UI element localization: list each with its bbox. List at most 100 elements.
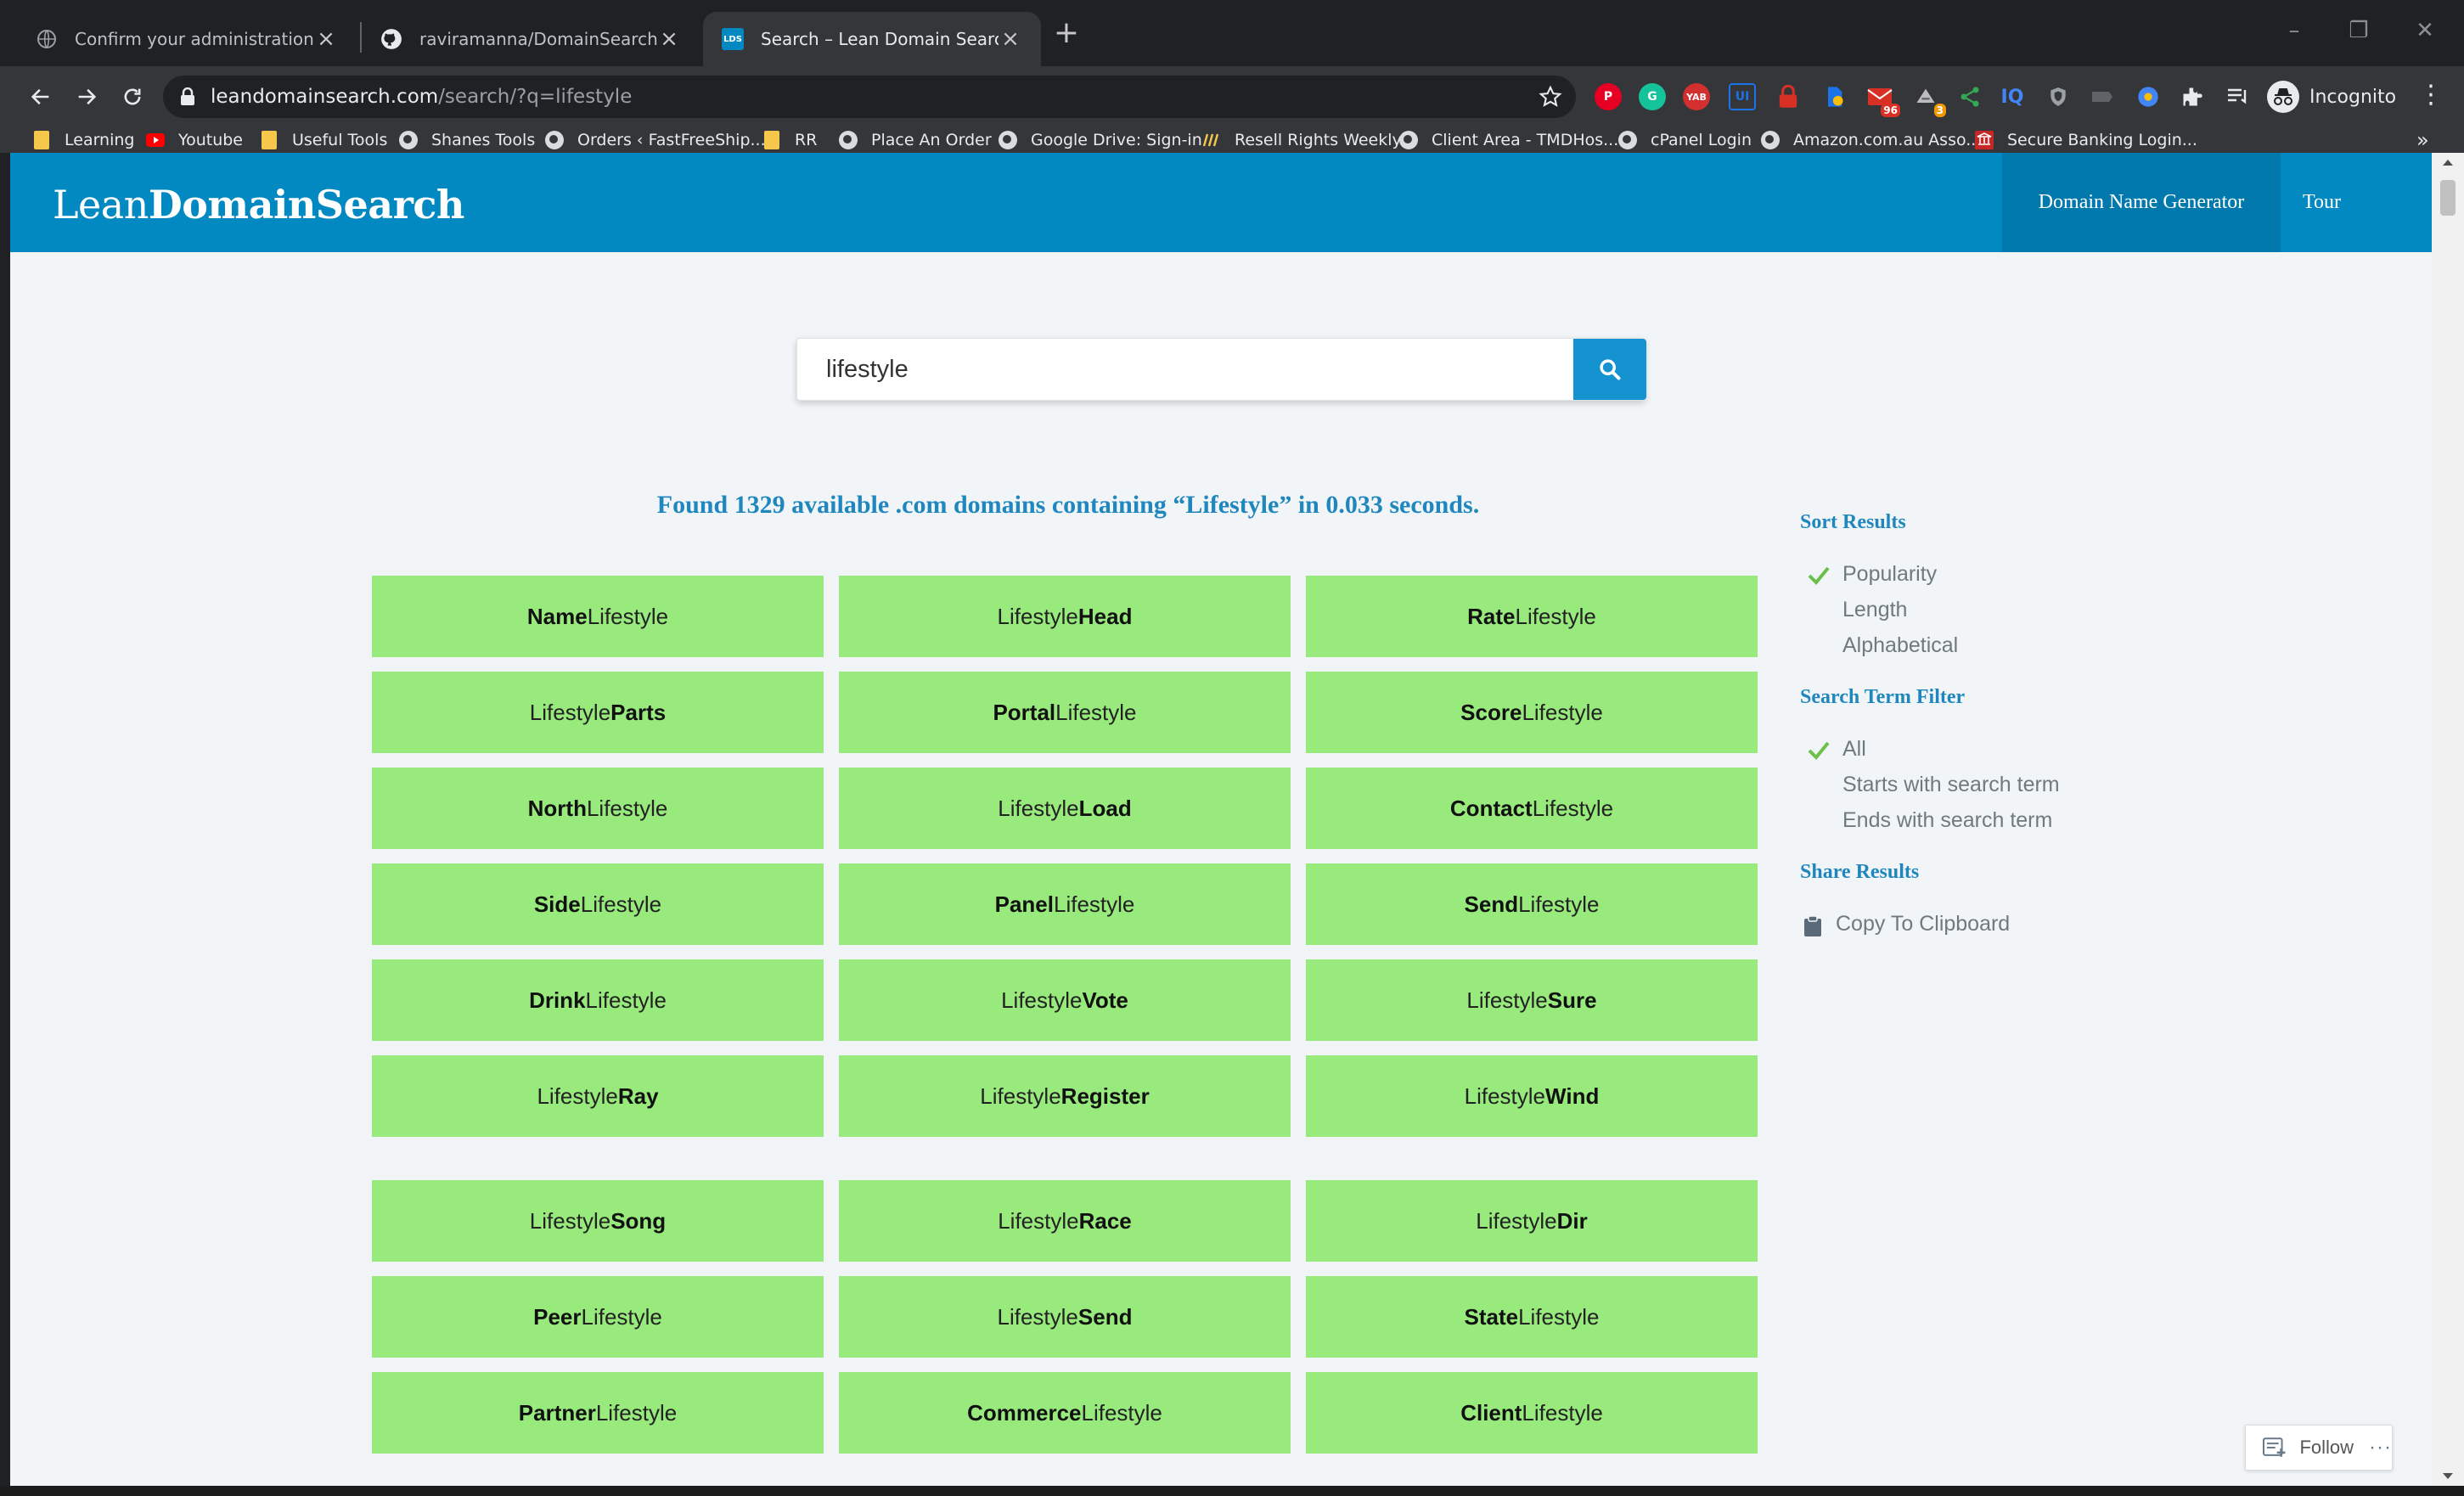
filter-option-starts-with[interactable]: Starts with search term bbox=[1842, 773, 2060, 797]
domain-bold-part: Drink bbox=[529, 987, 586, 1013]
site-logo[interactable]: LeanDomainSearch bbox=[53, 182, 464, 228]
sort-option-alphabetical[interactable]: Alphabetical bbox=[1842, 633, 1958, 658]
copy-to-clipboard-button[interactable]: Copy To Clipboard bbox=[1836, 912, 2010, 936]
bookmarks-bar: Learning Youtube Useful Tools Shanes Too… bbox=[0, 127, 2464, 153]
bookmark-rr[interactable]: RR bbox=[762, 127, 817, 153]
bookmark-cpanel[interactable]: cPanel Login bbox=[1618, 127, 1752, 153]
sale-extension-icon[interactable] bbox=[2089, 83, 2116, 110]
forward-button[interactable] bbox=[70, 80, 104, 114]
tab-close-icon[interactable]: × bbox=[999, 26, 1022, 52]
domain-result-card[interactable]: Side Lifestyle bbox=[372, 863, 824, 945]
more-options-icon[interactable]: ··· bbox=[2369, 1436, 2392, 1459]
domain-result-card[interactable]: Lifestyle Send bbox=[839, 1276, 1291, 1358]
filter-option-ends-with[interactable]: Ends with search term bbox=[1842, 808, 2052, 833]
domain-term-part: Lifestyle bbox=[1053, 891, 1135, 917]
bookmark-star-icon[interactable] bbox=[1539, 85, 1562, 112]
extensions-puzzle-icon[interactable] bbox=[2179, 83, 2206, 110]
domain-result-card[interactable]: Name Lifestyle bbox=[372, 576, 824, 657]
tab-domainsearcher[interactable]: raviramanna/DomainSearcher × bbox=[362, 12, 700, 66]
iq-extension-icon[interactable]: IQ bbox=[1999, 83, 2026, 110]
domain-term-part: Lifestyle bbox=[980, 1083, 1061, 1109]
filter-option-all[interactable]: All bbox=[1842, 737, 1866, 762]
bookmark-secure-banking[interactable]: Secure Banking Login... bbox=[1975, 127, 2197, 153]
domain-result-card[interactable]: Rate Lifestyle bbox=[1306, 576, 1758, 657]
domain-result-card[interactable]: Lifestyle Load bbox=[839, 768, 1291, 849]
domain-result-card[interactable]: Lifestyle Head bbox=[839, 576, 1291, 657]
lock-extension-icon[interactable] bbox=[1775, 83, 1802, 110]
helper-extension-icon[interactable]: 3 bbox=[1912, 83, 1946, 117]
tab-confirm-email[interactable]: Confirm your administration email · × bbox=[17, 12, 357, 66]
scrollbar-thumb[interactable] bbox=[2440, 180, 2456, 216]
bookmarks-overflow-button[interactable]: » bbox=[2416, 127, 2429, 153]
share-results-heading: Share Results bbox=[1800, 861, 1920, 883]
profile-incognito-button[interactable]: Incognito bbox=[2267, 78, 2396, 115]
bookmark-google-drive[interactable]: Google Drive: Sign-in bbox=[999, 127, 1202, 153]
globe-icon bbox=[36, 28, 58, 50]
domain-result-card[interactable]: Lifestyle Dir bbox=[1306, 1180, 1758, 1262]
address-bar[interactable]: leandomainsearch.com/search/?q=lifestyle bbox=[163, 76, 1576, 118]
bookmark-useful-tools[interactable]: Useful Tools bbox=[260, 127, 387, 153]
grammarly-extension-icon[interactable]: G bbox=[1639, 83, 1666, 110]
nav-domain-name-generator[interactable]: Domain Name Generator bbox=[2002, 153, 2281, 252]
tab-close-icon[interactable]: × bbox=[314, 26, 338, 52]
domain-result-card[interactable]: Partner Lifestyle bbox=[372, 1372, 824, 1454]
domain-result-card[interactable]: Lifestyle Wind bbox=[1306, 1055, 1758, 1137]
bookmark-youtube[interactable]: Youtube bbox=[146, 127, 243, 153]
tab-lean-domain-search[interactable]: LDS Search – Lean Domain Search × bbox=[703, 12, 1041, 66]
bookmark-shanes-tools[interactable]: Shanes Tools bbox=[399, 127, 535, 153]
sort-option-length[interactable]: Length bbox=[1842, 598, 1907, 622]
domain-result-card[interactable]: Score Lifestyle bbox=[1306, 672, 1758, 753]
chrome-extension-icon[interactable] bbox=[2135, 83, 2162, 110]
domain-result-card[interactable]: Lifestyle Song bbox=[372, 1180, 824, 1262]
domain-result-card[interactable]: Lifestyle Race bbox=[839, 1180, 1291, 1262]
domain-result-card[interactable]: Panel Lifestyle bbox=[839, 863, 1291, 945]
domain-result-card[interactable]: Lifestyle Vote bbox=[839, 959, 1291, 1041]
bookmark-amazon[interactable]: Amazon.com.au Asso... bbox=[1761, 127, 1981, 153]
domain-result-card[interactable]: North Lifestyle bbox=[372, 768, 824, 849]
shield-extension-icon[interactable] bbox=[1820, 83, 1848, 110]
tab-close-icon[interactable]: × bbox=[657, 26, 681, 52]
bookmark-orders[interactable]: Orders ‹ FastFreeShip... bbox=[545, 127, 766, 153]
scroll-down-icon[interactable] bbox=[2442, 1472, 2454, 1481]
domain-result-card[interactable]: Send Lifestyle bbox=[1306, 863, 1758, 945]
bookmark-client-area[interactable]: Client Area - TMDHos... bbox=[1399, 127, 1618, 153]
sort-option-popularity[interactable]: Popularity bbox=[1842, 562, 1937, 587]
domain-result-card[interactable]: Contact Lifestyle bbox=[1306, 768, 1758, 849]
page-scrollbar[interactable] bbox=[2432, 153, 2464, 1486]
new-tab-button[interactable]: + bbox=[1051, 18, 1082, 49]
domain-result-card[interactable]: State Lifestyle bbox=[1306, 1276, 1758, 1358]
nav-tour[interactable]: Tour bbox=[2303, 153, 2341, 252]
domain-result-card[interactable]: Lifestyle Parts bbox=[372, 672, 824, 753]
ui-extension-icon[interactable]: UI bbox=[1729, 83, 1756, 110]
follow-widget[interactable]: Follow ··· bbox=[2245, 1425, 2393, 1471]
scroll-up-icon[interactable] bbox=[2442, 158, 2454, 166]
domain-result-card[interactable]: Peer Lifestyle bbox=[372, 1276, 824, 1358]
pinterest-extension-icon[interactable]: P bbox=[1595, 83, 1622, 110]
yab-extension-icon[interactable]: YAB bbox=[1683, 83, 1710, 110]
domain-term-part: Lifestyle bbox=[1515, 603, 1596, 629]
search-input[interactable] bbox=[797, 339, 1573, 400]
minimize-icon[interactable]: – bbox=[2277, 14, 2311, 48]
domain-bold-part: Side bbox=[533, 891, 581, 917]
domain-result-card[interactable]: Lifestyle Register bbox=[839, 1055, 1291, 1137]
domain-result-card[interactable]: Lifestyle Sure bbox=[1306, 959, 1758, 1041]
gmail-extension-icon[interactable]: 96 bbox=[1866, 83, 1900, 117]
browser-menu-icon[interactable]: ⋮ bbox=[2418, 82, 2444, 112]
restore-icon[interactable]: ❐ bbox=[2342, 14, 2376, 48]
bookmark-resell-rights[interactable]: Resell Rights Weekly bbox=[1202, 127, 1402, 153]
reload-button[interactable] bbox=[115, 80, 149, 114]
share-extension-icon[interactable] bbox=[1956, 83, 1983, 110]
bookmark-learning[interactable]: Learning bbox=[32, 127, 135, 153]
domain-result-card[interactable]: Portal Lifestyle bbox=[839, 672, 1291, 753]
domain-result-card[interactable]: Drink Lifestyle bbox=[372, 959, 824, 1041]
window-close-icon[interactable]: ✕ bbox=[2408, 14, 2442, 48]
privacy-shield-icon[interactable] bbox=[2045, 83, 2072, 110]
domain-result-card[interactable]: Lifestyle Ray bbox=[372, 1055, 824, 1137]
search-button[interactable] bbox=[1573, 339, 1646, 400]
domain-result-card[interactable]: Commerce Lifestyle bbox=[839, 1372, 1291, 1454]
domain-term-part: Lifestyle bbox=[580, 891, 662, 917]
back-button[interactable] bbox=[24, 80, 58, 114]
reading-list-icon[interactable] bbox=[2225, 83, 2252, 110]
bookmark-place-order[interactable]: Place An Order bbox=[839, 127, 992, 153]
domain-result-card[interactable]: Client Lifestyle bbox=[1306, 1372, 1758, 1454]
